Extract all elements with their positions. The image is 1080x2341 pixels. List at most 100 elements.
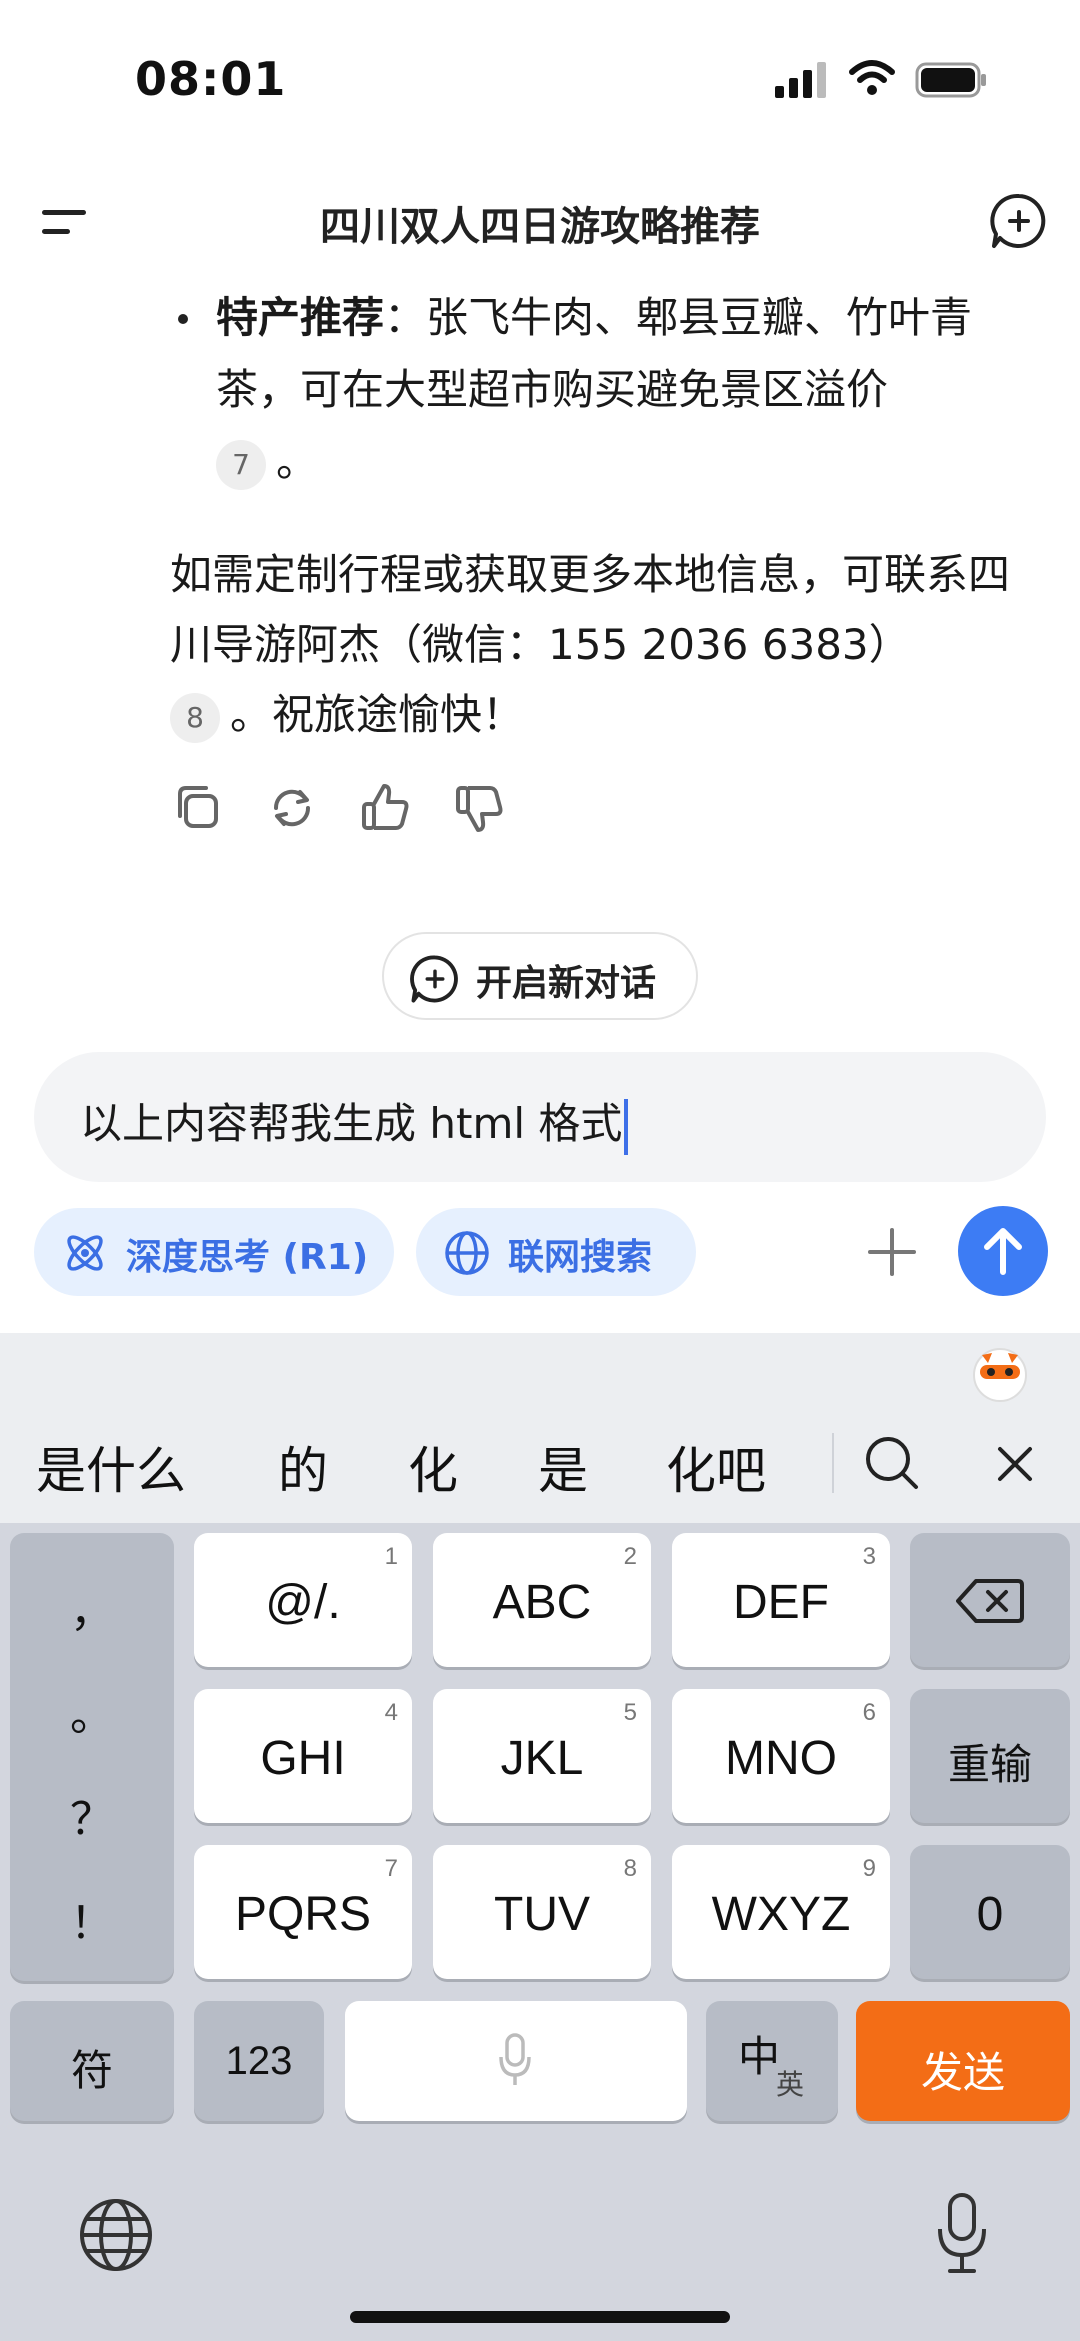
page-title: 四川双人四日游攻略推荐 — [320, 204, 760, 250]
bullet-label: 特产推荐 — [216, 293, 385, 342]
punct-key[interactable]: ， — [10, 1575, 174, 1639]
divider — [832, 1433, 834, 1493]
citation-badge[interactable]: 7 — [216, 439, 266, 490]
lang-main-label: 中 — [738, 2033, 781, 2080]
key-6[interactable]: 6 MNO — [672, 1689, 890, 1823]
key-label: @/. — [265, 1576, 341, 1629]
new-dialog-button[interactable]: 开启新对话 — [382, 932, 698, 1020]
paragraph-end: 。祝旅途愉快！ — [230, 690, 525, 739]
deep-think-toggle[interactable]: 深度思考 (R1) — [34, 1208, 394, 1296]
key-label: PQRS — [234, 1888, 372, 1941]
key-number: 1 — [384, 1543, 398, 1570]
key-3[interactable]: 3 DEF — [672, 1533, 890, 1667]
close-icon[interactable] — [990, 1439, 1040, 1489]
status-time: 08:01 — [135, 52, 287, 106]
text-caret — [624, 1098, 629, 1155]
thumbs-up-icon[interactable] — [358, 780, 414, 836]
key-label: 发送 — [920, 2049, 1005, 2096]
regenerate-icon[interactable] — [264, 780, 320, 836]
key-label: DEF — [733, 1576, 829, 1629]
key-label: 重输 — [947, 1741, 1032, 1788]
key-5[interactable]: 5 JKL — [433, 1689, 651, 1823]
key-number: 7 — [384, 1855, 398, 1882]
send-key[interactable]: 发送 — [856, 2001, 1070, 2121]
key-4[interactable]: 4 GHI — [194, 1689, 412, 1823]
ime-mascot-icon[interactable] — [968, 1341, 1032, 1405]
space-key[interactable] — [345, 2001, 687, 2121]
thumbs-down-icon[interactable] — [452, 780, 508, 836]
message-paragraph: 如需定制行程或获取更多本地信息，可联系四川导游阿杰（微信：155 2036 63… — [170, 540, 1040, 750]
wifi-icon — [849, 60, 895, 95]
bullet-text: 特产推荐：张飞牛肉、郫县豆瓣、竹叶青茶，可在大型超市购买避免景区溢价 7。 — [216, 282, 1036, 498]
send-message-button[interactable] — [958, 1206, 1048, 1296]
new-dialog-label: 开启新对话 — [476, 963, 657, 1004]
key-number: 4 — [384, 1699, 398, 1726]
key-label: MNO — [725, 1732, 837, 1785]
candidate-word[interactable]: 化 — [408, 1431, 458, 1503]
key-2[interactable]: 2 ABC — [433, 1533, 651, 1667]
battery-icon — [915, 62, 986, 98]
chat-header: 四川双人四日游攻略推荐 — [0, 180, 1080, 260]
key-8[interactable]: 8 TUV — [433, 1845, 651, 1979]
key-number: 8 — [623, 1855, 637, 1882]
candidate-word[interactable]: 是什么 — [36, 1431, 186, 1503]
microphone-icon — [499, 2033, 531, 2085]
candidate-word[interactable]: 化吧 — [666, 1431, 766, 1503]
key-number: 9 — [862, 1855, 876, 1882]
key-label: 123 — [225, 2039, 293, 2083]
key-number: 2 — [623, 1543, 637, 1570]
atom-icon — [67, 1235, 103, 1271]
new-chat-icon[interactable] — [990, 192, 1048, 250]
key-label: 0 — [976, 1888, 1004, 1941]
key-number: 3 — [862, 1543, 876, 1570]
candidate-bar: 是什么 的 化 是 化吧 — [0, 1333, 1080, 1523]
symbols-key[interactable]: 符 — [10, 2001, 174, 2121]
attach-plus-icon[interactable] — [862, 1222, 922, 1282]
bullet-end: 。 — [276, 437, 319, 486]
key-label: WXYZ — [711, 1888, 851, 1941]
paragraph-text: 如需定制行程或获取更多本地信息，可联系四川导游阿杰（微信：155 2036 63… — [170, 550, 1011, 669]
search-icon[interactable] — [862, 1433, 922, 1493]
new-chat-icon — [410, 955, 458, 1003]
message-actions — [170, 780, 570, 840]
globe-icon — [445, 1231, 489, 1275]
punct-key[interactable]: ！ — [10, 1887, 174, 1951]
web-search-label: 联网搜索 — [508, 1237, 653, 1278]
status-bar: 08:01 — [0, 0, 1080, 150]
backspace-icon — [956, 1579, 1024, 1623]
keyboard: 是什么 的 化 是 化吧 ， 。 ？ ！ 1 @/. 2 ABC 3 DEF 4… — [0, 1333, 1080, 2341]
citation-badge[interactable]: 8 — [170, 692, 220, 743]
globe-icon[interactable] — [78, 2197, 154, 2273]
punct-key[interactable]: 。 — [10, 1679, 174, 1743]
web-search-toggle[interactable]: 联网搜索 — [416, 1208, 696, 1296]
number-mode-key[interactable]: 123 — [194, 2001, 324, 2121]
microphone-icon[interactable] — [934, 2191, 990, 2277]
candidate-word[interactable]: 的 — [278, 1431, 328, 1503]
key-0[interactable]: 0 — [910, 1845, 1070, 1979]
key-label: GHI — [260, 1732, 346, 1785]
key-9[interactable]: 9 WXYZ — [672, 1845, 890, 1979]
cellular-signal-icon — [775, 62, 827, 98]
punct-key[interactable]: ？ — [10, 1783, 174, 1847]
backspace-key[interactable] — [910, 1533, 1070, 1667]
key-number: 5 — [623, 1699, 637, 1726]
lang-sub-label: 英 — [776, 2069, 805, 2100]
key-label: TUV — [494, 1888, 590, 1941]
arrow-up-icon — [984, 1228, 1022, 1275]
language-switch-key[interactable]: 中 英 — [706, 2001, 838, 2121]
bullet-dot — [178, 314, 188, 324]
key-label: JKL — [500, 1732, 584, 1785]
message-input-text: 以上内容帮我生成 html 格式 — [80, 1090, 629, 1155]
key-7[interactable]: 7 PQRS — [194, 1845, 412, 1979]
candidate-word[interactable]: 是 — [538, 1431, 588, 1503]
reenter-key[interactable]: 重输 — [910, 1689, 1070, 1823]
deep-think-label: 深度思考 (R1) — [126, 1237, 369, 1278]
home-indicator — [350, 2311, 730, 2323]
punctuation-column[interactable]: ， 。 ？ ！ — [10, 1533, 174, 1981]
input-value: 以上内容帮我生成 html 格式 — [80, 1099, 623, 1148]
copy-icon[interactable] — [170, 780, 226, 836]
key-number: 6 — [862, 1699, 876, 1726]
key-1[interactable]: 1 @/. — [194, 1533, 412, 1667]
key-label: 符 — [70, 2047, 113, 2094]
message-input[interactable]: 以上内容帮我生成 html 格式 — [34, 1052, 1046, 1182]
